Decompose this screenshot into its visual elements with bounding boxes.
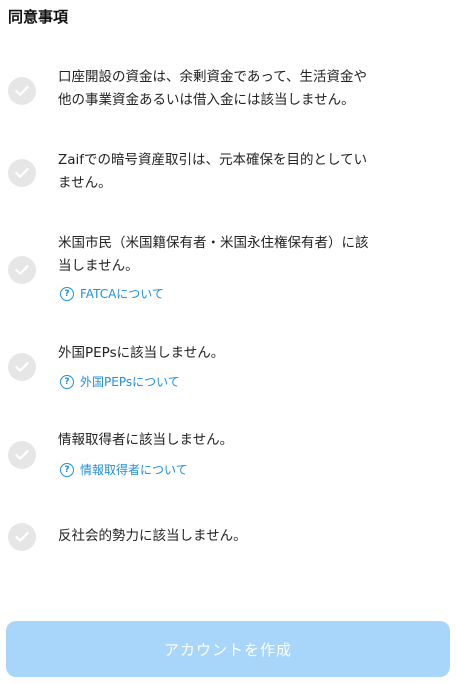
help-link-label: FATCAについて [80,287,164,301]
agreement-text: 口座開設の資金は、余剰資金であって、生活資金や 他の事業資金あるいは借入金には該… [58,69,368,108]
foreign-peps-help-link[interactable]: ? 外国PEPsについて [60,373,180,391]
information-acquirer-help-link[interactable]: ? 情報取得者について [60,461,188,479]
check-icon[interactable] [8,77,36,105]
question-circle-icon: ? [60,463,74,477]
agreement-text: 反社会的勢力に該当しません。 [58,528,247,544]
agreement-item-antisocial-forces[interactable]: 反社会的勢力に該当しません。 [0,522,456,552]
check-icon[interactable] [8,441,36,469]
agreement-item-foreign-peps[interactable]: 外国PEPsに該当しません。 ? 外国PEPsについて [0,342,456,394]
agreement-item-us-citizen[interactable]: 米国市民（米国籍保有者・米国永住権保有者）に該 当しません。 ? FATCAにつ… [0,232,456,306]
agreement-item-information-acquirer[interactable]: 情報取得者に該当しません。 ? 情報取得者について [0,429,456,481]
check-icon[interactable] [8,353,36,381]
question-circle-icon: ? [60,287,74,301]
check-icon[interactable] [8,256,36,284]
agreement-title: 同意事項 [8,8,69,26]
fatca-help-link[interactable]: ? FATCAについて [60,285,164,303]
check-icon[interactable] [8,523,36,551]
agreement-item-no-principal-guarantee[interactable]: Zaifでの暗号資産取引は、元本確保を目的としてい ません。 [0,149,456,197]
agreement-text: 米国市民（米国籍保有者・米国永住権保有者）に該 当しません。 [58,235,369,274]
agreement-text: 情報取得者に該当しません。 [58,432,234,448]
agreement-item-surplus-funds[interactable]: 口座開設の資金は、余剰資金であって、生活資金や 他の事業資金あるいは借入金には該… [0,66,456,114]
agreement-text: Zaifでの暗号資産取引は、元本確保を目的としてい ません。 [58,152,368,191]
question-circle-icon: ? [60,375,74,389]
help-link-label: 外国PEPsについて [80,375,180,389]
check-icon[interactable] [8,159,36,187]
help-link-label: 情報取得者について [80,463,188,477]
agreement-text: 外国PEPsに該当しません。 [58,345,225,361]
create-account-button[interactable]: アカウントを作成 [6,621,450,677]
